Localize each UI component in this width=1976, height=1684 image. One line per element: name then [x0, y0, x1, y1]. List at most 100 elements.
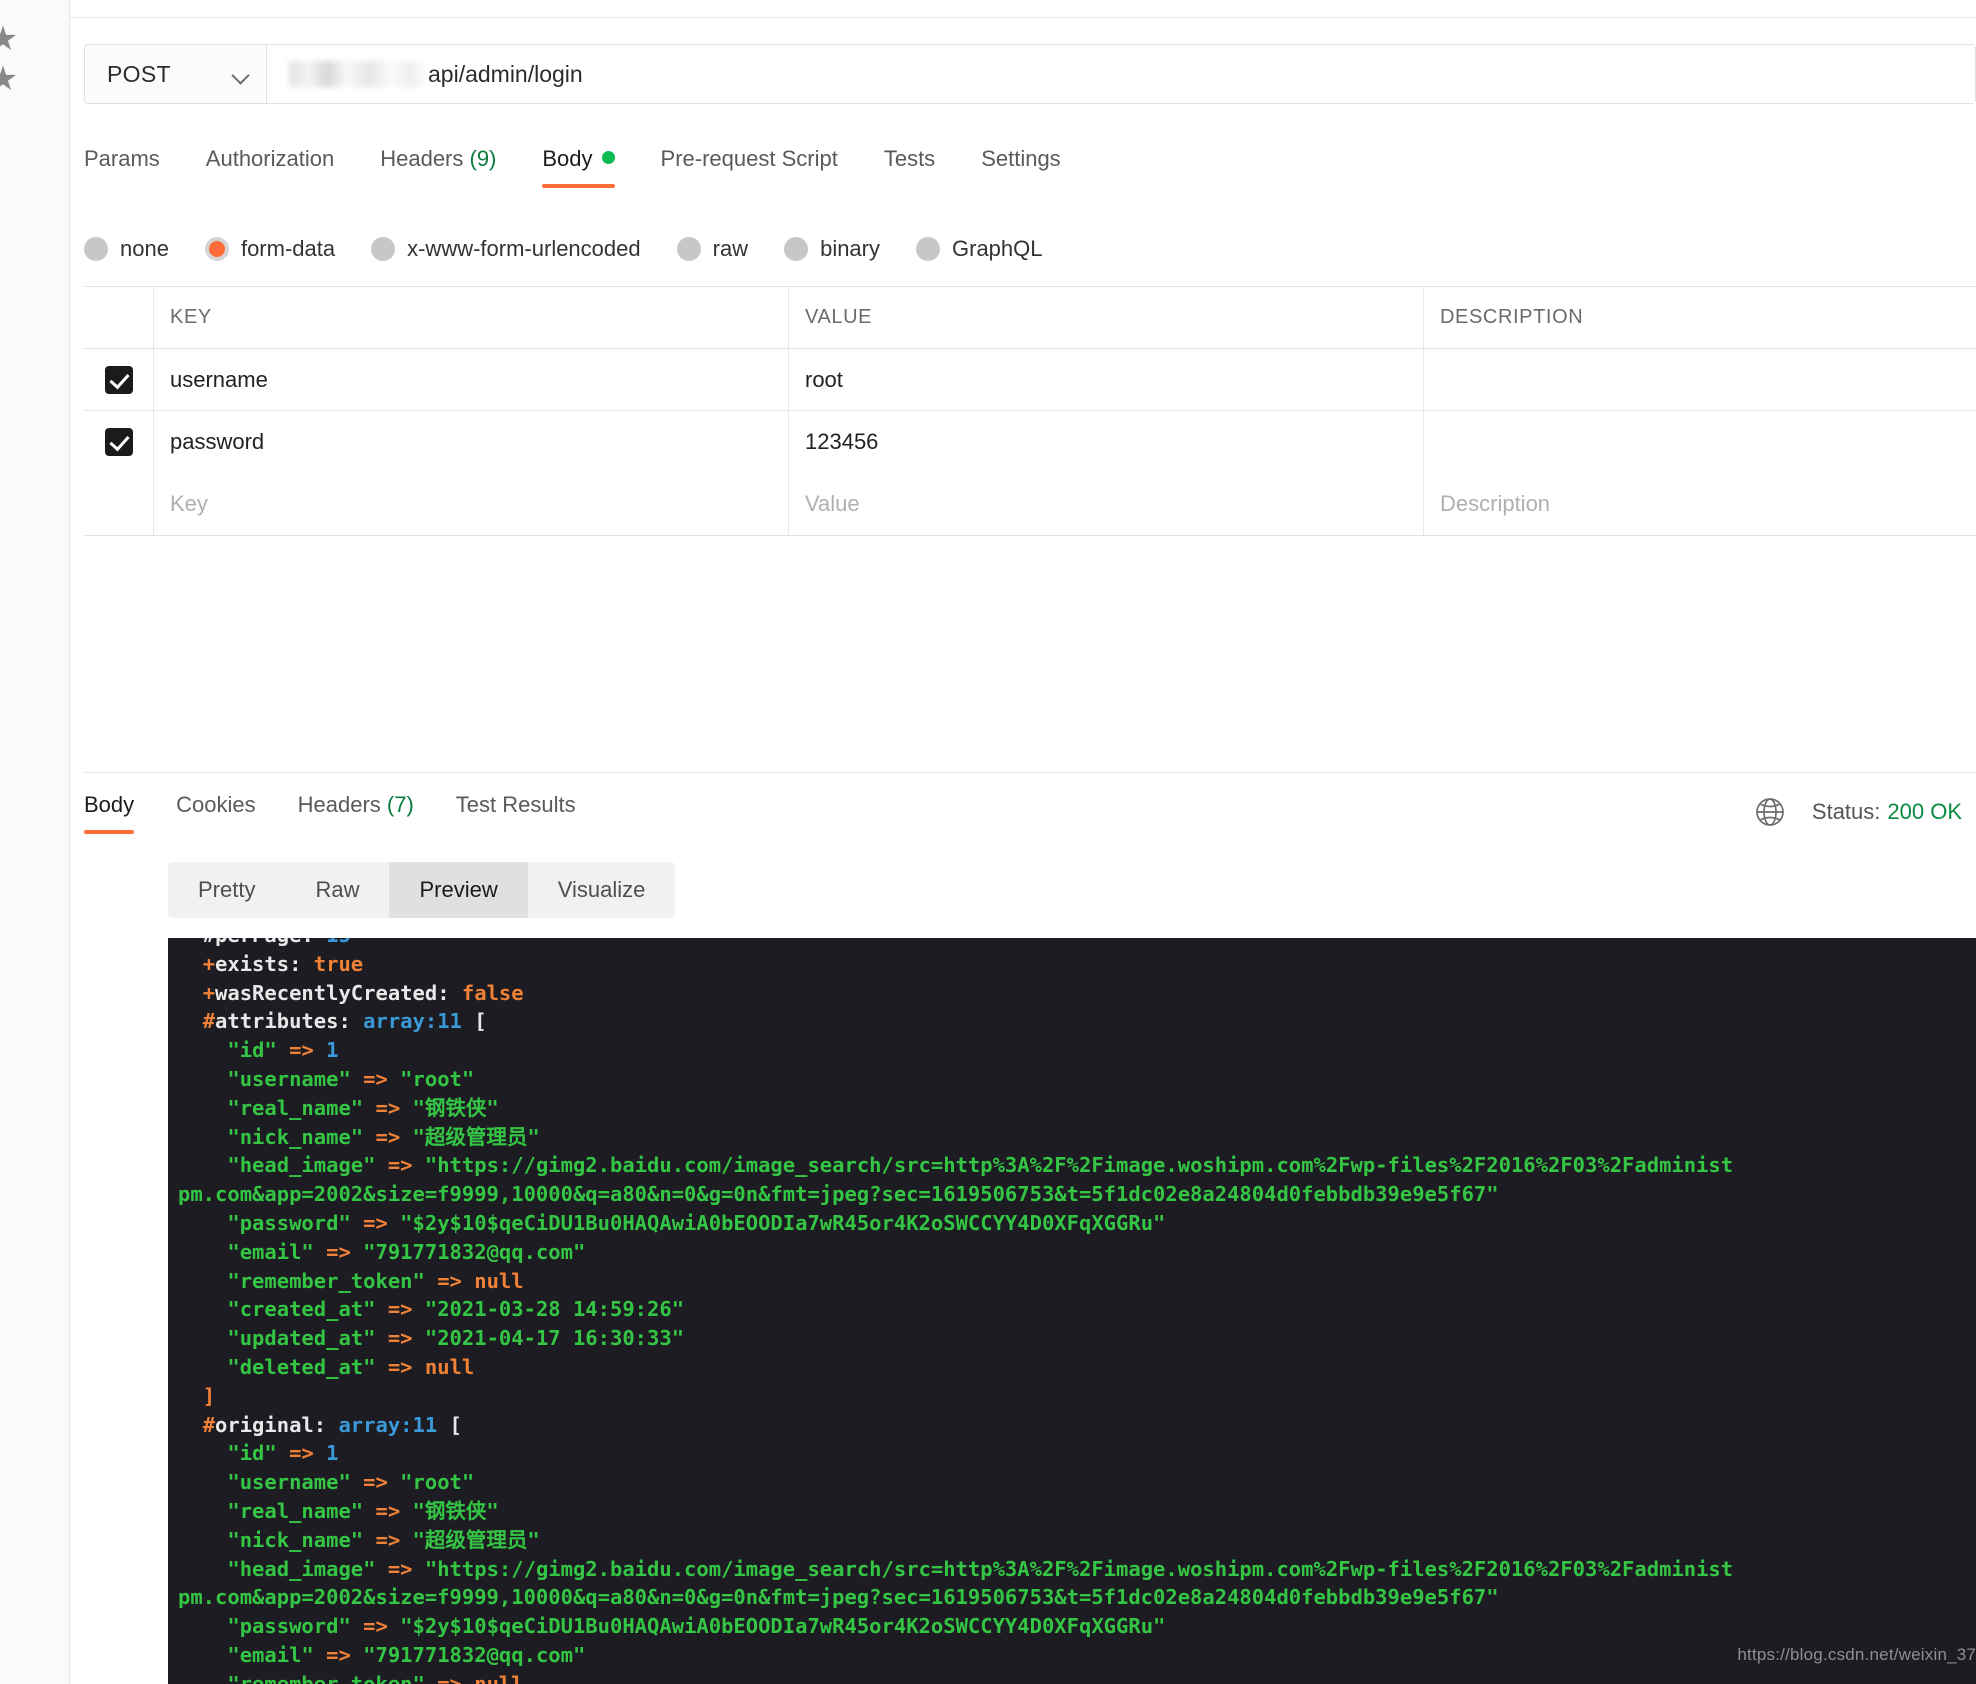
- code-line: "id" => 1: [178, 1439, 1976, 1468]
- code-token: :: [437, 980, 462, 1005]
- response-tab-cookies[interactable]: Cookies: [176, 792, 255, 834]
- code-line: "password" => "$2y$10$qeCiDU1Bu0HAQAwiA0…: [178, 1209, 1976, 1238]
- code-token: =>: [375, 1153, 425, 1178]
- row-value-input[interactable]: 123456: [789, 411, 1424, 473]
- code-token: =>: [276, 1441, 327, 1466]
- body-type-form-data[interactable]: form-data: [204, 236, 335, 262]
- body-type-x-www-form-urlencoded[interactable]: x-www-form-urlencoded: [371, 236, 641, 262]
- response-tab-label: Body: [84, 792, 135, 817]
- code-line: +exists: true: [178, 950, 1976, 979]
- view-mode-raw[interactable]: Raw: [285, 862, 389, 918]
- request-tab-pre-request-script[interactable]: Pre-request Script: [661, 146, 838, 188]
- code-token: "head_image": [227, 1556, 376, 1581]
- new-key-placeholder: Key: [170, 491, 208, 516]
- body-type-binary[interactable]: binary: [784, 236, 880, 262]
- row-key-input[interactable]: password: [154, 411, 789, 473]
- code-line: "username" => "root": [178, 1468, 1976, 1497]
- row-key-input-text: password: [170, 429, 265, 454]
- request-tab-params[interactable]: Params: [84, 146, 160, 188]
- code-line: "real_name" => "钢铁侠": [178, 1497, 1976, 1526]
- code-token: array:11: [338, 1412, 438, 1437]
- code-token: 1: [326, 1038, 339, 1063]
- body-type-none[interactable]: none: [84, 236, 169, 262]
- new-description-input[interactable]: Description: [1424, 473, 1976, 535]
- url-bar: POST api/admin/login: [84, 44, 1976, 104]
- response-tab-headers[interactable]: Headers (7): [298, 792, 414, 834]
- body-type-label: GraphQL: [952, 236, 1043, 261]
- view-mode-pretty[interactable]: Pretty: [168, 862, 285, 918]
- star-icon[interactable]: ★: [0, 22, 20, 56]
- row-key-input-text: username: [170, 366, 268, 392]
- response-preview-panel[interactable]: #perPage: 15 +exists: true +wasRecentlyC…: [168, 938, 1976, 1684]
- status-label: Status:: [1811, 799, 1881, 824]
- request-tab-tests[interactable]: Tests: [884, 146, 935, 188]
- code-line: "password" => "$2y$10$qeCiDU1Bu0HAQAwiA0…: [178, 1612, 1976, 1641]
- new-key-input[interactable]: Key: [154, 473, 789, 535]
- code-token: =>: [313, 1642, 364, 1667]
- row-value-input[interactable]: root: [789, 349, 1424, 410]
- code-token: "username": [227, 1066, 351, 1091]
- table-row[interactable]: username root: [84, 349, 1976, 411]
- table-row-empty[interactable]: Key Value Description: [84, 473, 1976, 535]
- radio-icon: [916, 237, 940, 261]
- request-tab-label: Pre-request Script: [660, 146, 838, 171]
- code-token: true: [313, 951, 364, 976]
- view-mode-preview[interactable]: Preview: [389, 862, 528, 918]
- star-icon[interactable]: ★: [0, 62, 20, 96]
- pane-divider: [84, 772, 1976, 773]
- new-value-input[interactable]: Value: [789, 473, 1424, 535]
- active-tab-underline: [84, 830, 135, 834]
- code-line: "real_name" => "钢铁侠": [178, 1094, 1976, 1123]
- request-tab-authorization[interactable]: Authorization: [206, 146, 334, 188]
- code-token: =>: [350, 1614, 401, 1639]
- code-token: "deleted_at": [227, 1354, 376, 1379]
- code-token: 15: [326, 938, 351, 947]
- code-line: +wasRecentlyCreated: false: [178, 979, 1976, 1008]
- body-type-GraphQL[interactable]: GraphQL: [916, 236, 1043, 262]
- code-token: "password": [227, 1614, 351, 1639]
- view-mode-visualize[interactable]: Visualize: [528, 862, 676, 918]
- code-token: wasRecentlyCreated: [215, 980, 438, 1005]
- globe-icon[interactable]: [1754, 796, 1786, 828]
- response-tab-body[interactable]: Body: [84, 792, 135, 834]
- code-token: =>: [313, 1239, 364, 1264]
- code-token: attributes: [215, 1009, 339, 1034]
- request-tab-settings[interactable]: Settings: [981, 146, 1061, 188]
- code-token: "id": [227, 1038, 277, 1063]
- table-row[interactable]: password 123456: [84, 411, 1976, 473]
- code-token: "real_name": [227, 1498, 364, 1523]
- row-key-input[interactable]: username: [154, 349, 789, 410]
- request-tabs: Params Authorization Headers (9) Body Pre-re…: [84, 146, 1976, 198]
- code-line: "username" => "root": [178, 1065, 1976, 1094]
- http-method-select[interactable]: POST: [85, 45, 267, 103]
- status-code: 200 OK: [1887, 799, 1962, 824]
- checkbox-checked-icon[interactable]: [104, 428, 133, 456]
- code-line: #original: array:11 [: [178, 1411, 1976, 1440]
- row-description-input[interactable]: [1424, 349, 1976, 410]
- checkbox-checked-icon[interactable]: [104, 365, 133, 394]
- code-token: :: [301, 938, 326, 947]
- request-tab-body[interactable]: Body: [542, 146, 615, 188]
- row-description-input[interactable]: [1424, 411, 1976, 473]
- body-type-label: none: [120, 236, 169, 261]
- code-token: false: [461, 980, 524, 1005]
- request-tab-headers[interactable]: Headers (9): [380, 146, 496, 188]
- row-checkbox-cell: [84, 411, 154, 473]
- header-check-cell: [84, 287, 154, 348]
- code-token: =>: [375, 1354, 425, 1379]
- body-type-raw[interactable]: raw: [676, 236, 748, 262]
- response-tab-test-results[interactable]: Test Results: [456, 792, 576, 834]
- url-path-text: api/admin/login: [428, 60, 583, 87]
- code-token: "root": [400, 1470, 475, 1495]
- code-token: pm.com&app=2002&size=f9999,10000&q=a80&n…: [178, 1585, 1499, 1610]
- url-input[interactable]: api/admin/login: [267, 45, 1975, 103]
- response-preview-code: #perPage: 15 +exists: true +wasRecentlyC…: [168, 938, 1976, 1684]
